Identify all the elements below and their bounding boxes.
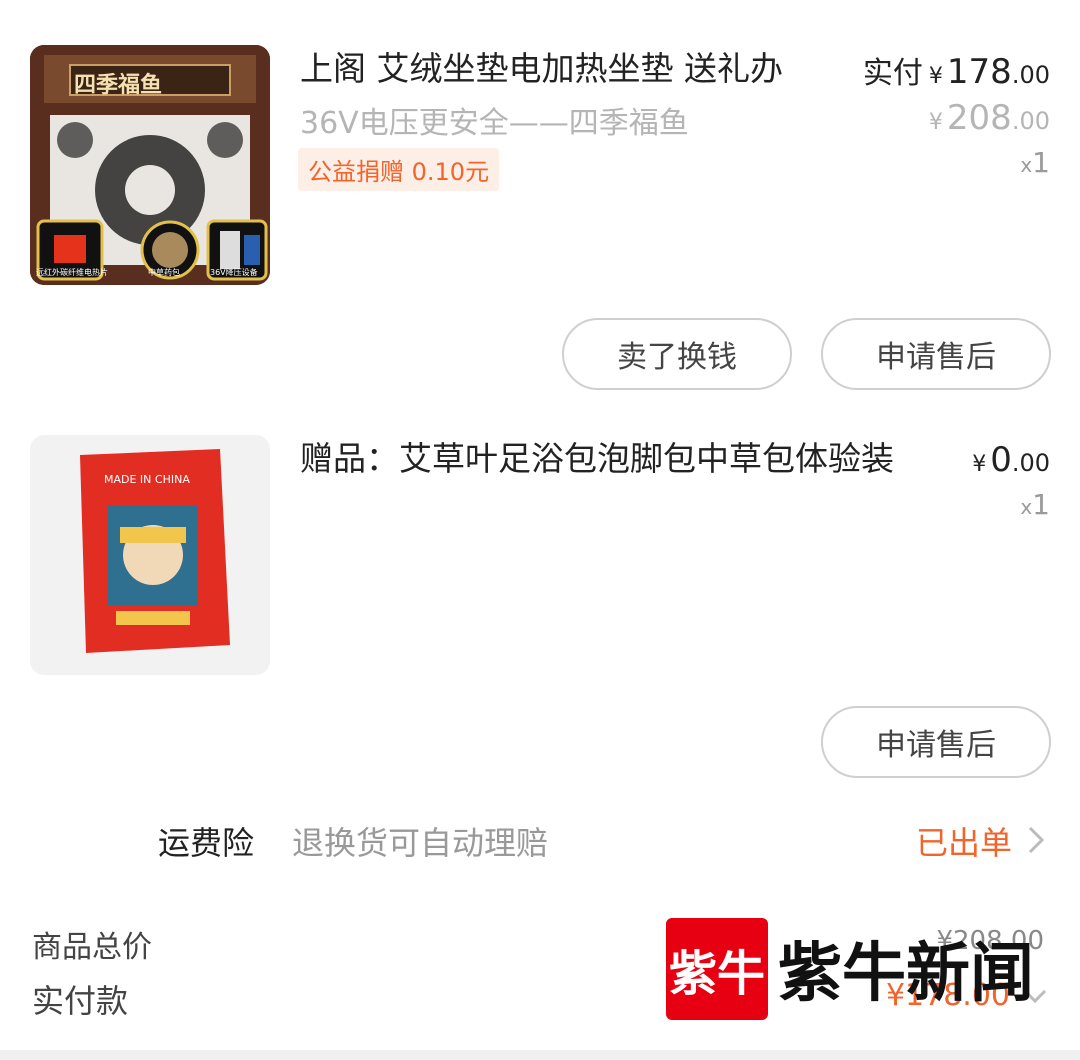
qty-x: x [1020, 495, 1033, 519]
after-sales-button-gift[interactable]: 申请售后 [821, 706, 1051, 778]
chevron-right-icon [1026, 824, 1046, 860]
charity-donation-tag: 公益捐赠 0.10元 [298, 148, 500, 191]
price-gift: ¥0.00 [972, 440, 1050, 480]
price-integer: 178 [946, 52, 1012, 92]
original-price-cushion: ¥208.00 [929, 98, 1050, 138]
thumb-badge-36v-device: 36V降压设备 [210, 268, 258, 277]
bottom-divider [0, 1050, 1080, 1060]
price-decimal: .00 [1011, 61, 1050, 89]
paid-price-label: 实付 [862, 56, 923, 91]
sell-for-cash-button[interactable]: 卖了换钱 [562, 318, 792, 390]
shipping-insurance-row[interactable]: 运费险 退换货可自动理赔 已出单 [0, 810, 1080, 870]
thumb-badge-herbal-pack: 中草药包 [148, 268, 180, 277]
product-title-cushion[interactable]: 上阁 艾绒坐垫电加热坐垫 送礼办 [300, 48, 783, 90]
after-sales-button-cushion[interactable]: 申请售后 [821, 318, 1051, 390]
quantity-gift: x1 [1020, 488, 1050, 521]
qty-value: 1 [1032, 488, 1050, 521]
qty-x: x [1020, 153, 1033, 177]
thumb-badge-heating-film: 远红外碳纤维电热片 [36, 268, 108, 277]
price-integer: 0 [990, 440, 1012, 480]
footbath-pack-image [80, 449, 230, 653]
paid-amount-label: 实付款 [32, 982, 129, 1020]
currency-symbol: ¥ [928, 64, 943, 89]
price-decimal: .00 [1011, 449, 1050, 477]
thumb-made-in-text: MADE IN CHINA [104, 473, 190, 486]
orig-price-integer: 208 [946, 98, 1012, 138]
orig-price-decimal: .00 [1011, 107, 1050, 135]
watermark-logo-text: 紫牛新闻 [778, 936, 1034, 1011]
thumb-banner-text: 四季福鱼 [74, 73, 163, 98]
qty-value: 1 [1032, 146, 1050, 179]
watermark-logo-mark: 紫牛 [666, 918, 768, 1020]
currency-symbol: ¥ [972, 452, 987, 477]
insurance-status: 已出单 [915, 824, 1012, 862]
product-title-gift[interactable]: 赠品：艾草叶足浴包泡脚包中草包体验装 [300, 438, 894, 480]
currency-symbol: ¥ [928, 110, 943, 135]
shipping-insurance-desc: 退换货可自动理赔 [292, 824, 549, 862]
product-subtitle-cushion: 36V电压更安全——四季福鱼 [300, 106, 689, 141]
shipping-insurance-label: 运费险 [158, 824, 255, 862]
paid-price-cushion: 实付 ¥178.00 [863, 48, 1050, 92]
product-thumbnail-footbath[interactable]: MADE IN CHINA [30, 435, 270, 675]
product-thumbnail-cushion[interactable]: 四季福鱼 远红外碳纤维电热片 中草药包 36V降压设备 [30, 45, 270, 285]
total-price-label: 商品总价 [32, 930, 152, 965]
quantity-cushion: x1 [1020, 146, 1050, 179]
